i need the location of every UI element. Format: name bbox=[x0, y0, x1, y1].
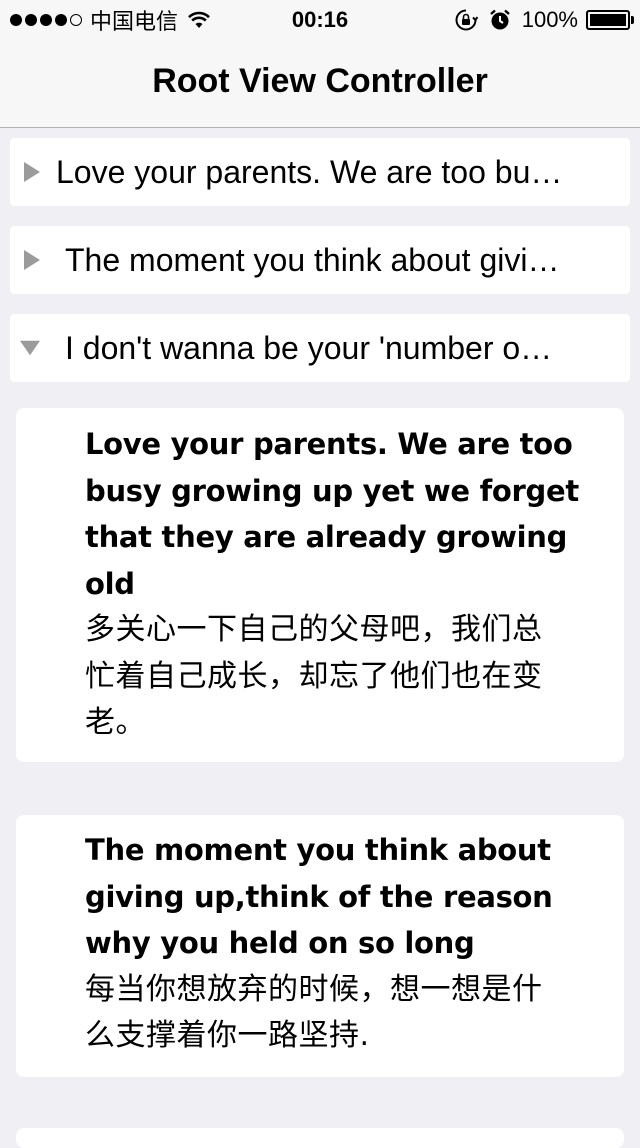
quote-card-1: Love your parents. We are too busy growi… bbox=[16, 408, 624, 762]
section-row-label: The moment you think about givi… bbox=[65, 242, 560, 278]
navigation-bar: Root View Controller bbox=[0, 40, 640, 128]
quote-card-3 bbox=[16, 1128, 624, 1148]
status-bar: 中国电信 00:16 100% bbox=[0, 0, 640, 40]
section-row-3[interactable]: I don't wanna be your 'number o… bbox=[10, 314, 630, 382]
alarm-icon bbox=[489, 9, 510, 30]
battery-level-fill bbox=[590, 14, 626, 26]
section-row-label: I don't wanna be your 'number o… bbox=[65, 330, 553, 366]
section-row-1[interactable]: Love your parents. We are too bu… bbox=[10, 138, 630, 206]
rotation-lock-icon bbox=[455, 9, 478, 31]
page-title: Root View Controller bbox=[152, 62, 488, 100]
battery-icon bbox=[586, 10, 634, 30]
quote-card-2: The moment you think about giving up,thi… bbox=[16, 815, 624, 1077]
section-row-label: Love your parents. We are too bu… bbox=[56, 154, 563, 190]
section-row-2[interactable]: The moment you think about givi… bbox=[10, 226, 630, 294]
quote-chinese: 多关心一下自己的父母吧，我们总 忙着自己成长，却忘了他们也在变 老。 bbox=[85, 612, 543, 740]
battery-percent: 100% bbox=[521, 7, 578, 32]
disclosure-triangle-right-icon bbox=[24, 162, 40, 182]
quote-english: The moment you think about giving up,thi… bbox=[85, 833, 553, 960]
quote-chinese: 每当你想放弃的时候，想一想是什 么支撑着你一路坚持. bbox=[85, 971, 543, 1054]
quote-english: Love your parents. We are too busy growi… bbox=[85, 427, 579, 601]
disclosure-triangle-right-icon bbox=[24, 250, 40, 270]
status-right: 100% bbox=[454, 6, 634, 34]
disclosure-triangle-down-icon bbox=[20, 340, 40, 356]
